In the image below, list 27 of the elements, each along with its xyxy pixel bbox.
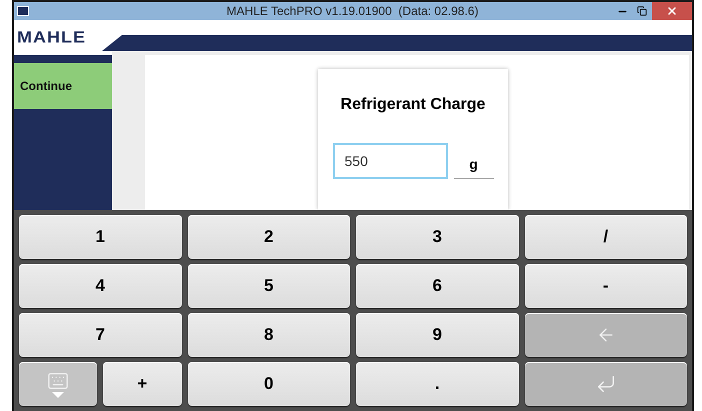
close-icon (666, 5, 678, 17)
charge-input[interactable]: 550 (332, 143, 448, 179)
key-button[interactable]: 4 (19, 264, 182, 308)
restore-icon (637, 6, 647, 16)
keyboard-toggle-button[interactable] (19, 362, 97, 406)
key-button[interactable]: 2 (188, 215, 350, 259)
continue-button[interactable]: Continue (14, 63, 112, 109)
brand-logo: MAHLE (17, 27, 86, 48)
key-button[interactable]: 1 (19, 215, 182, 259)
key-button[interactable]: 7 (19, 313, 182, 357)
card-title: Refrigerant Charge (340, 95, 486, 115)
caret-icon (52, 392, 64, 398)
key-button[interactable]: 3 (356, 215, 518, 259)
window-title: MAHLE TechPRO v1.19.01900 (Data: 02.98.6) (226, 3, 478, 20)
key-button[interactable]: - (524, 264, 687, 308)
app-icon (17, 6, 29, 16)
key-button[interactable]: 5 (188, 264, 350, 308)
key-button[interactable]: 6 (356, 264, 518, 308)
keyboard-icon (47, 370, 69, 392)
key-button[interactable]: 9 (356, 313, 518, 357)
unit-label: g (454, 154, 494, 179)
key-button[interactable]: + (103, 362, 182, 406)
key-button[interactable]: 8 (188, 313, 350, 357)
key-button[interactable]: . (356, 362, 518, 406)
key-button[interactable]: 0 (188, 362, 350, 406)
key-button[interactable]: / (524, 215, 687, 259)
close-button[interactable] (652, 2, 692, 20)
